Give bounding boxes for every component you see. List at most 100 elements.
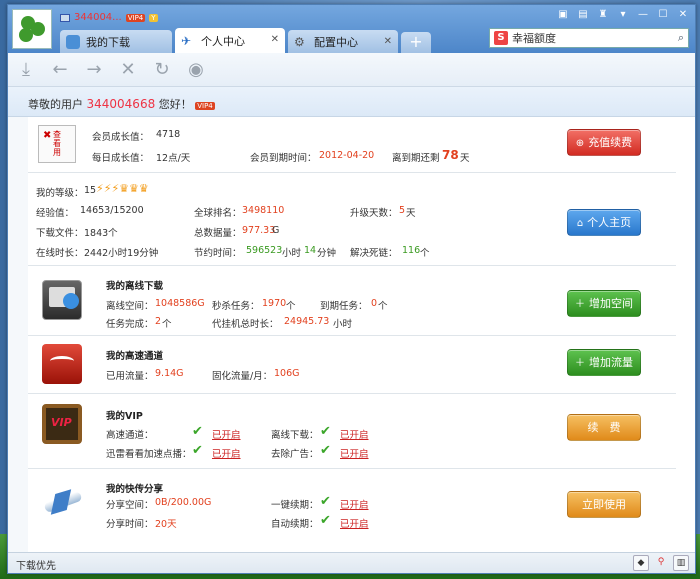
- save-unit-min: 分钟: [317, 248, 337, 259]
- share-item-status[interactable]: 已开启: [340, 497, 369, 511]
- offline-section: 我的离线下载 离线空间： 1048586G 秒杀任务： 1970 个 到期任务：…: [28, 266, 676, 336]
- agent-value: 24945.73: [284, 316, 330, 327]
- exp-label: 经验值：: [36, 208, 75, 219]
- total-value: 977.33: [242, 225, 276, 236]
- download-arrow-icon[interactable]: ⤓: [16, 59, 36, 80]
- location-pin-icon[interactable]: ⚲: [653, 555, 669, 571]
- upgrade-unit: 天: [406, 208, 416, 219]
- vip-item-label: 迅雷看看加速点播：: [106, 449, 192, 460]
- menu-icon[interactable]: ▾: [617, 9, 629, 21]
- user-avatar[interactable]: [12, 9, 52, 49]
- tab-downloads[interactable]: 我的下载: [60, 30, 172, 54]
- vip-board-icon: VIP: [42, 404, 82, 444]
- app-window: 344004... VIP4 Y 我的下载 ✈ 个人中心 ✕ ⚙ 配置中心 ✕ …: [7, 4, 696, 574]
- renew-button[interactable]: 续 费: [567, 414, 641, 441]
- save-unit-hours: 小时: [282, 248, 302, 259]
- fixed-value: 106G: [274, 368, 300, 379]
- greeting-vip-badge: VIP4: [195, 102, 215, 110]
- vip-item-label: 去除广告：: [271, 449, 319, 460]
- plus-circle-icon: ⊕: [575, 138, 585, 149]
- remain-days: 78: [442, 148, 459, 162]
- growth-label: 会员成长值：: [92, 132, 150, 143]
- close-tab-icon[interactable]: ✕: [271, 34, 279, 45]
- check-icon: ✔: [192, 443, 203, 458]
- avatar-text: 查看用: [53, 130, 61, 157]
- close-tab-icon[interactable]: ✕: [384, 36, 392, 47]
- save-value-min: 14: [304, 245, 317, 256]
- shirt-icon[interactable]: ♜: [597, 9, 609, 21]
- used-label: 已用流量：: [106, 371, 154, 382]
- status-text[interactable]: 下载优先: [16, 561, 56, 572]
- done-unit: 个: [162, 319, 172, 330]
- done-value: 2: [155, 316, 162, 327]
- mail-icon[interactable]: [60, 13, 70, 22]
- share-item-status[interactable]: 已开启: [340, 516, 369, 530]
- share-time-value: 20天: [155, 519, 177, 530]
- add-space-label: 增加空间: [589, 297, 633, 310]
- greeting-user-id: 344004668: [86, 97, 156, 111]
- level-label: 我的等级：: [36, 188, 84, 199]
- stop-icon[interactable]: ✕: [118, 59, 138, 80]
- offline-space-label: 离线空间：: [106, 301, 154, 312]
- search-icon[interactable]: ⌕: [678, 31, 684, 45]
- homepage-button[interactable]: ⌂ 个人主页: [567, 209, 641, 236]
- add-space-button[interactable]: ＋ 增加空间: [567, 290, 641, 317]
- vip-item-status[interactable]: 已开启: [340, 427, 369, 441]
- highspeed-section: 我的高速通道 已用流量： 9.14G 固化流量/月： 106G ＋ 增加流量: [28, 336, 676, 394]
- highspeed-icon: [42, 344, 82, 384]
- online-value: 2442小时19分钟: [84, 248, 159, 259]
- vip-item-status[interactable]: 已开启: [212, 427, 241, 441]
- member-avatar[interactable]: ✖ 查看用: [38, 125, 76, 163]
- new-tab-button[interactable]: +: [401, 32, 431, 54]
- broken-image-icon: ✖: [43, 130, 52, 141]
- check-icon: ✔: [192, 424, 203, 439]
- offline-title: 我的离线下载: [106, 281, 164, 292]
- greeting-prefix: 尊敬的用户: [28, 98, 83, 111]
- feather-icon: ✈: [181, 34, 192, 48]
- minimize-button[interactable]: —: [637, 9, 649, 21]
- window-controls: ▣ ▤ ♜ ▾ — ☐ ✕: [557, 9, 689, 21]
- due-unit: 个: [378, 301, 388, 312]
- tab-config-center[interactable]: ⚙ 配置中心 ✕: [288, 30, 398, 54]
- share-item-label: 一键续期：: [271, 500, 319, 511]
- agent-unit: 小时: [333, 319, 353, 330]
- back-icon[interactable]: ←: [50, 59, 70, 80]
- message-icon[interactable]: ▤: [577, 9, 589, 21]
- skin-icon[interactable]: ▣: [557, 9, 569, 21]
- due-value: 0: [371, 298, 378, 309]
- search-box[interactable]: S 幸福额度 ⌕: [489, 28, 689, 48]
- vip-item-status[interactable]: 已开启: [340, 446, 369, 460]
- vip-item-label: 离线下载：: [271, 430, 319, 441]
- tab-personal-center[interactable]: ✈ 个人中心 ✕: [175, 28, 285, 54]
- float-window-icon[interactable]: ◆: [633, 555, 649, 571]
- plus-icon: ＋: [575, 299, 585, 310]
- vip-title: 我的VIP: [106, 411, 143, 422]
- tab-label: 配置中心: [314, 36, 358, 49]
- share-time-label: 分享时间：: [106, 519, 154, 530]
- eye-icon[interactable]: ◉: [186, 59, 206, 80]
- highspeed-title: 我的高速通道: [106, 351, 164, 362]
- forward-icon[interactable]: →: [84, 59, 104, 80]
- toolbar: ⤓ ← → ✕ ↻ ◉: [8, 53, 695, 87]
- maximize-button[interactable]: ☐: [657, 9, 669, 21]
- check-icon: ✔: [320, 424, 331, 439]
- use-now-button[interactable]: 立即使用: [567, 491, 641, 518]
- tab-bar: 我的下载 ✈ 个人中心 ✕ ⚙ 配置中心 ✕ +: [60, 28, 431, 54]
- share-space-label: 分享空间：: [106, 500, 154, 511]
- expire-label: 会员到期时间：: [250, 153, 317, 164]
- vip-item-status[interactable]: 已开启: [212, 446, 241, 460]
- refresh-icon[interactable]: ↻: [152, 59, 172, 80]
- remain-suffix: 天: [460, 153, 470, 164]
- check-icon: ✔: [320, 443, 331, 458]
- chart-icon[interactable]: ▥: [673, 555, 689, 571]
- recharge-button[interactable]: ⊕ 充值续费: [567, 129, 641, 156]
- close-button[interactable]: ✕: [677, 9, 689, 21]
- stats-section: 我的等级： 15 ⚡⚡⚡♛♛♛ 经验值： 14653/15200 全球排名： 3…: [28, 173, 676, 266]
- share-title: 我的快传分享: [106, 484, 164, 495]
- username[interactable]: 344004...: [74, 12, 122, 23]
- save-value-hours: 596523: [246, 245, 283, 256]
- upgrade-value: 5: [399, 205, 406, 216]
- add-traffic-button[interactable]: ＋ 增加流量: [567, 349, 641, 376]
- sec-label: 秒杀任务：: [212, 301, 260, 312]
- search-input[interactable]: 幸福额度: [512, 30, 556, 46]
